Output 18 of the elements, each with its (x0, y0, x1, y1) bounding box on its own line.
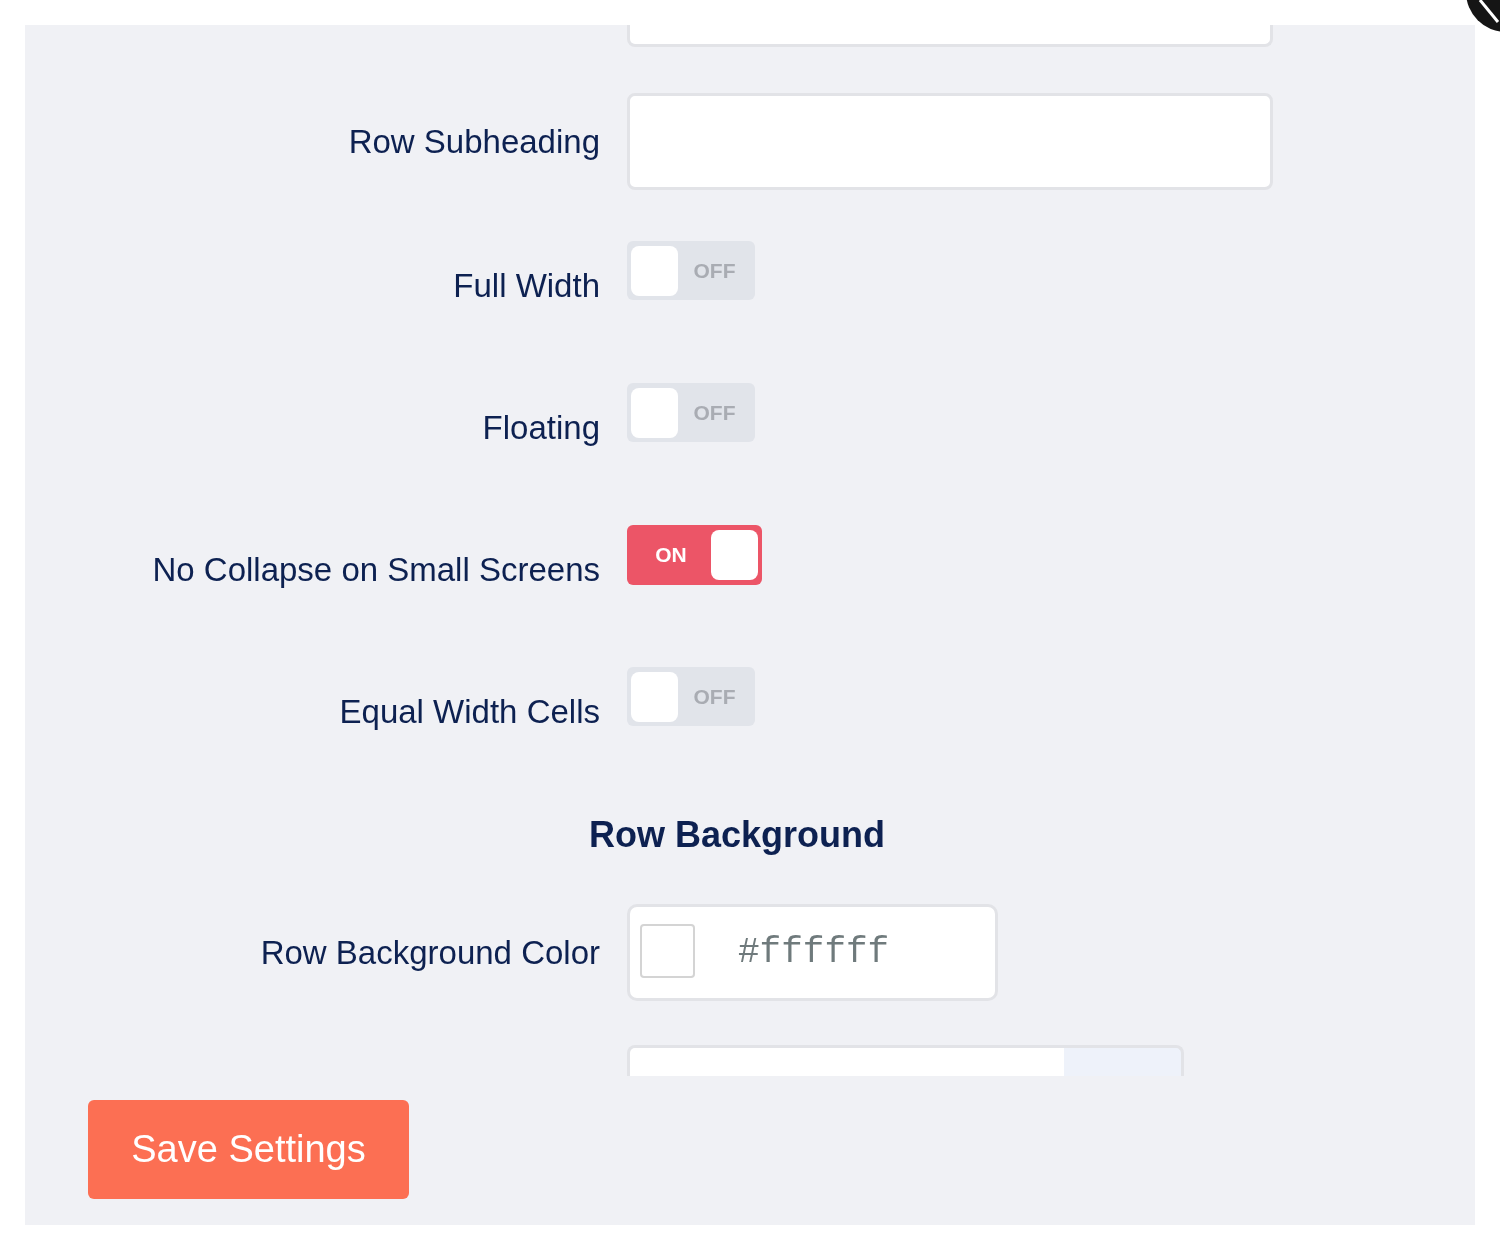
field-label: Floating (482, 408, 600, 448)
color-input-field[interactable]: #ffffff (627, 904, 998, 1001)
field-label: Row Subheading (348, 121, 600, 162)
toggle-switch[interactable]: ON (627, 525, 762, 585)
text-input-field[interactable] (627, 25, 1273, 47)
toggle-switch[interactable]: OFF (627, 383, 755, 442)
field-label: Full Width (453, 266, 600, 306)
field-label: No Collapse on Small Screens (152, 550, 600, 590)
input-field[interactable] (627, 1045, 1184, 1076)
close-icon[interactable] (1466, 0, 1500, 32)
color-swatch-icon[interactable] (640, 923, 695, 978)
text-input-field[interactable] (627, 93, 1273, 190)
toggle-switch[interactable]: OFF (627, 241, 755, 300)
field-label: Row Background Color (260, 932, 600, 973)
field-label: Equal Width Cells (339, 692, 600, 732)
section-heading: Row Background (589, 814, 885, 855)
save-settings-button[interactable]: Save Settings (88, 1100, 409, 1199)
toggle-switch[interactable]: OFF (627, 667, 755, 726)
